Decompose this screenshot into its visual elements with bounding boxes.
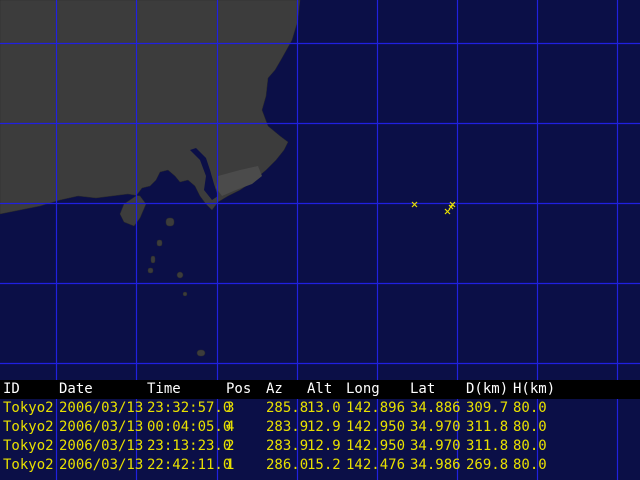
island-mikura bbox=[182, 291, 188, 297]
table-row[interactable]: Tokyo2 2006/03/13 22:42:11.0 1 286.0 15.… bbox=[0, 456, 640, 475]
observation-table: ID Date Time Pos Az Alt Long Lat D(km) H… bbox=[0, 380, 640, 475]
cell-date: 2006/03/13 bbox=[59, 438, 144, 454]
cell-lat: 34.970 bbox=[410, 419, 461, 435]
cell-id: Tokyo2 bbox=[3, 400, 54, 416]
header-height: H(km) bbox=[513, 381, 556, 397]
cell-time: 22:42:11.0 bbox=[147, 457, 232, 473]
cell-id: Tokyo2 bbox=[3, 438, 54, 454]
cell-az: 285.8 bbox=[266, 400, 309, 416]
cell-long: 142.896 bbox=[346, 400, 406, 416]
island-toshima bbox=[156, 239, 163, 247]
cell-distance: 269.8 bbox=[466, 457, 509, 473]
header-date: Date bbox=[59, 381, 93, 397]
island-kozushima bbox=[147, 267, 154, 274]
cell-long: 142.476 bbox=[346, 457, 406, 473]
cell-distance: 309.7 bbox=[466, 400, 509, 416]
cell-az: 283.9 bbox=[266, 438, 309, 454]
island-hachijo bbox=[196, 349, 206, 357]
cell-lat: 34.986 bbox=[410, 457, 461, 473]
header-pos: Pos bbox=[226, 381, 252, 397]
cell-pos: 4 bbox=[226, 419, 235, 435]
cell-az: 286.0 bbox=[266, 457, 309, 473]
cell-alt: 15.2 bbox=[307, 457, 341, 473]
cell-distance: 311.8 bbox=[466, 438, 509, 454]
header-az: Az bbox=[266, 381, 283, 397]
header-id: ID bbox=[3, 381, 20, 397]
cell-time: 23:32:57.0 bbox=[147, 400, 232, 416]
cell-height: 80.0 bbox=[513, 419, 547, 435]
header-alt: Alt bbox=[307, 381, 333, 397]
cell-id: Tokyo2 bbox=[3, 457, 54, 473]
cell-alt: 13.0 bbox=[307, 400, 341, 416]
cell-time: 00:04:05.0 bbox=[147, 419, 232, 435]
header-time: Time bbox=[147, 381, 181, 397]
header-long: Long bbox=[346, 381, 380, 397]
header-distance: D(km) bbox=[466, 381, 509, 397]
cell-az: 283.9 bbox=[266, 419, 309, 435]
cell-pos: 2 bbox=[226, 438, 235, 454]
cell-date: 2006/03/13 bbox=[59, 457, 144, 473]
table-row[interactable]: Tokyo2 2006/03/13 23:13:23.0 2 283.9 12.… bbox=[0, 437, 640, 456]
cell-date: 2006/03/13 bbox=[59, 419, 144, 435]
island-miyake bbox=[176, 271, 184, 279]
cell-long: 142.950 bbox=[346, 438, 406, 454]
table-header-row: ID Date Time Pos Az Alt Long Lat D(km) H… bbox=[0, 380, 640, 399]
island-niijima bbox=[150, 255, 156, 264]
header-lat: Lat bbox=[410, 381, 436, 397]
table-row[interactable]: Tokyo2 2006/03/13 23:32:57.0 3 285.8 13.… bbox=[0, 399, 640, 418]
cell-height: 80.0 bbox=[513, 457, 547, 473]
cell-date: 2006/03/13 bbox=[59, 400, 144, 416]
table-row[interactable]: Tokyo2 2006/03/13 00:04:05.0 4 283.9 12.… bbox=[0, 418, 640, 437]
cell-pos: 1 bbox=[226, 457, 235, 473]
cell-lat: 34.970 bbox=[410, 438, 461, 454]
cell-height: 80.0 bbox=[513, 438, 547, 454]
cell-distance: 311.8 bbox=[466, 419, 509, 435]
cell-height: 80.0 bbox=[513, 400, 547, 416]
cell-time: 23:13:23.0 bbox=[147, 438, 232, 454]
island-oshima bbox=[165, 217, 175, 227]
cell-lat: 34.886 bbox=[410, 400, 461, 416]
cell-id: Tokyo2 bbox=[3, 419, 54, 435]
cell-alt: 12.9 bbox=[307, 419, 341, 435]
cell-pos: 3 bbox=[226, 400, 235, 416]
cell-alt: 12.9 bbox=[307, 438, 341, 454]
cell-long: 142.950 bbox=[346, 419, 406, 435]
